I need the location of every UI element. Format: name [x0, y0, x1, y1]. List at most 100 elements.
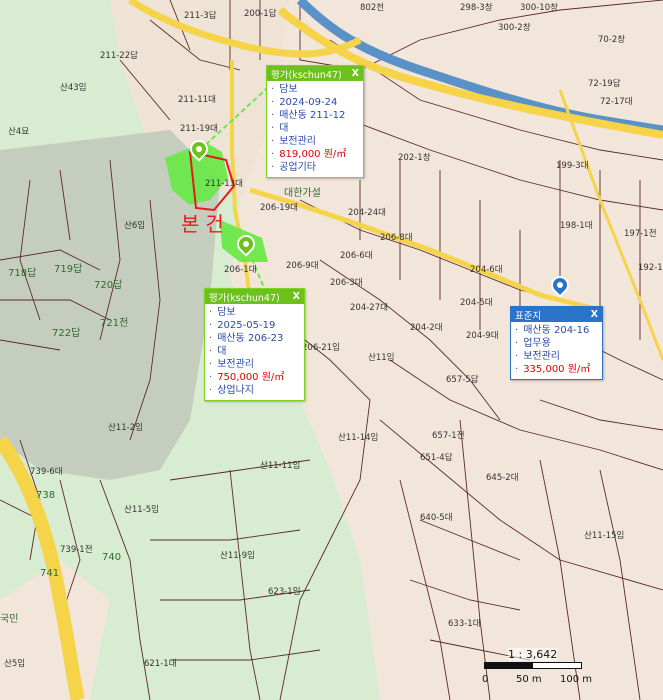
parcel-label: 72-19답 — [588, 78, 621, 89]
parcel-label: 211-22답 — [100, 50, 138, 61]
callout-header: 평가(kschun47) X — [267, 66, 363, 81]
parcel-label: 211-3답 — [184, 10, 217, 21]
parcel-label: 199-3대 — [556, 161, 589, 171]
parcel-label: 206-21임 — [302, 342, 340, 353]
place-label: 국민 — [0, 613, 18, 625]
callout-item: 담보 — [271, 83, 359, 96]
parcel-label: 70-2창 — [598, 35, 625, 45]
parcel-label: 206-6대 — [340, 251, 373, 261]
parcel-label: 298-3창 — [460, 3, 493, 13]
subject-label: 본건 — [181, 212, 230, 236]
close-icon[interactable]: X — [293, 291, 300, 302]
callout-price: 335,000 원/㎡ — [515, 363, 598, 376]
parcel-label: 651-4답 — [420, 452, 453, 463]
callout-title: 표준지 — [515, 310, 542, 322]
parcel-label: 738 — [36, 490, 55, 501]
callout-item: 상업나지 — [209, 384, 300, 397]
parcel-label: 722답 — [52, 327, 80, 339]
callout-title: 평가(kschun47) — [271, 69, 342, 81]
callout-price: 750,000 원/㎡ — [209, 371, 300, 384]
parcel-label: 640-5대 — [420, 513, 453, 523]
parcel-label: 739-1전 — [60, 544, 93, 555]
parcel-label: 739-6대 — [30, 467, 63, 477]
parcel-label: 623-1임 — [268, 586, 301, 597]
callout-price: 819,000 원/㎡ — [271, 148, 359, 161]
callout-item: 2024-09-24 — [271, 96, 359, 109]
parcel-label: 200-1답 — [244, 8, 277, 19]
callout-item: 매산동 211-12 — [271, 109, 359, 122]
callout-item: 보전관리 — [515, 350, 598, 363]
parcel-label: 633-1대 — [448, 619, 481, 629]
callout-item: 대 — [271, 122, 359, 135]
parcel-label: 719답 — [54, 263, 82, 275]
parcel-label: 산43임 — [60, 82, 86, 93]
parcel-label: 657-5답 — [446, 374, 479, 385]
callout-title: 평가(kschun47) — [209, 292, 280, 304]
parcel-label: 211-19대 — [180, 124, 218, 134]
scale-tick: 0 — [482, 674, 489, 685]
parcel-label: 740 — [102, 552, 121, 563]
parcel-label: 718답 — [8, 267, 36, 279]
parcel-label: 198-1대 — [560, 221, 593, 231]
callout-list: 담보 2025-05-19 매산동 206-23 대 보전관리 750,000 … — [205, 304, 304, 400]
parcel-label: 산11-9임 — [220, 550, 255, 561]
scale-bar: 1 : 3,642 0 50 m 100 m — [482, 648, 600, 690]
close-icon[interactable]: X — [352, 68, 359, 79]
parcel-label: 802천 — [360, 2, 384, 13]
parcel-label: 204-6대 — [470, 265, 503, 275]
parcel-label: 211-11대 — [178, 95, 216, 105]
callout-item: 업무용 — [515, 337, 598, 350]
parcel-label: 204-24대 — [348, 208, 386, 218]
parcel-label: 산11-15임 — [584, 530, 624, 541]
callout-header: 평가(kschun47) X — [205, 289, 304, 304]
parcel-label: 621-1대 — [144, 659, 177, 669]
parcel-label: 204-9대 — [466, 331, 499, 341]
callout-list: 매산동 204-16 업무용 보전관리 335,000 원/㎡ — [511, 322, 602, 379]
parcel-label: 산11-2임 — [108, 422, 143, 433]
callout-list: 담보 2024-09-24 매산동 211-12 대 보전관리 819,000 … — [267, 81, 363, 177]
parcel-label: 206-8대 — [380, 233, 413, 243]
place-label: 대한가설 — [284, 187, 321, 199]
parcel-label: 197-1전 — [624, 228, 657, 239]
parcel-label: 72-17대 — [600, 97, 633, 107]
parcel-label: 741 — [40, 568, 59, 579]
parcel-label: 645-2대 — [486, 473, 519, 483]
callout-item: 2025-05-19 — [209, 319, 300, 332]
parcel-label: 산11-11임 — [260, 460, 300, 471]
parcel-label: 산11-14임 — [338, 432, 378, 443]
parcel-label: 204-5대 — [460, 298, 493, 308]
parcel-label: 300-2창 — [498, 23, 531, 33]
parcel-label: 300-10창 — [520, 3, 558, 13]
parcel-label: 산6임 — [124, 220, 145, 231]
callout-item: 매산동 206-23 — [209, 332, 300, 345]
callout-item: 대 — [209, 345, 300, 358]
close-icon[interactable]: X — [591, 309, 598, 320]
callout-item: 담보 — [209, 306, 300, 319]
parcel-label: 206-3대 — [330, 278, 363, 288]
parcel-label: 192-1답 — [638, 262, 663, 273]
parcel-label: 211-13대 — [205, 179, 243, 189]
scale-tick: 100 m — [560, 674, 593, 685]
callout-item: 보전관리 — [209, 358, 300, 371]
callout-header: 표준지 X — [511, 307, 602, 322]
parcel-label: 206-1대 — [224, 265, 257, 275]
parcel-label: 202-1창 — [398, 153, 431, 163]
parcel-label: 657-1전 — [432, 430, 465, 441]
parcel-label: 206-9대 — [286, 261, 319, 271]
callout-item: 매산동 204-16 — [515, 324, 598, 337]
parcel-label: 산11-5임 — [124, 504, 159, 515]
scale-ratio: 1 : 3,642 — [508, 648, 558, 661]
scale-bar-graphic — [484, 662, 582, 669]
callout-item: 공업기타 — [271, 161, 359, 174]
parcel-label: 721전 — [100, 317, 128, 329]
parcel-label: 산11임 — [368, 352, 394, 363]
parcel-label: 204-27대 — [350, 303, 388, 313]
callout-item: 보전관리 — [271, 135, 359, 148]
parcel-label: 산4묘 — [8, 126, 29, 137]
standard-land-callout[interactable]: 표준지 X 매산동 204-16 업무용 보전관리 335,000 원/㎡ — [510, 306, 603, 380]
parcel-label: 720답 — [94, 279, 122, 291]
appraisal-callout-1[interactable]: 평가(kschun47) X 담보 2024-09-24 매산동 211-12 … — [266, 65, 364, 178]
parcel-label: 206-19대 — [260, 203, 298, 213]
appraisal-callout-2[interactable]: 평가(kschun47) X 담보 2025-05-19 매산동 206-23 … — [204, 288, 305, 401]
parcel-label: 산5임 — [4, 658, 25, 669]
